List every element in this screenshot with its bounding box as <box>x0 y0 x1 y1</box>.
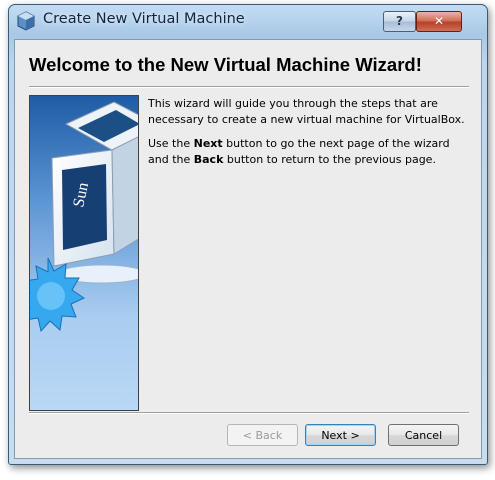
wizard-heading: Welcome to the New Virtual Machine Wizar… <box>29 54 422 75</box>
footer-divider <box>29 412 469 414</box>
heading-divider <box>29 86 469 88</box>
intro-paragraph: This wizard will guide you through the s… <box>148 97 465 126</box>
back-button[interactable]: < Back <box>227 424 298 446</box>
instructions-suffix: button to return to the previous page. <box>223 152 436 166</box>
wizard-description: This wizard will guide you through the s… <box>148 96 468 176</box>
help-button[interactable]: ? <box>383 11 416 32</box>
wizard-page: Welcome to the New Virtual Machine Wizar… <box>14 39 482 459</box>
next-button[interactable]: Next > <box>305 424 376 446</box>
instructions-prefix: Use the <box>148 137 194 150</box>
instructions-paragraph: Use the Next button to go the next page … <box>148 136 468 167</box>
window-title: Create New Virtual Machine <box>43 11 245 27</box>
next-keyword: Next <box>193 137 223 150</box>
virtualbox-wizard-image: Sun <box>29 95 139 411</box>
close-button[interactable]: ✕ <box>416 11 462 32</box>
virtualbox-icon <box>17 11 35 31</box>
wizard-window: Create New Virtual Machine ? ✕ Welcome t… <box>8 4 488 465</box>
title-bar[interactable]: Create New Virtual Machine ? ✕ <box>9 5 487 35</box>
cancel-button[interactable]: Cancel <box>388 424 459 446</box>
back-keyword: Back <box>193 152 224 166</box>
